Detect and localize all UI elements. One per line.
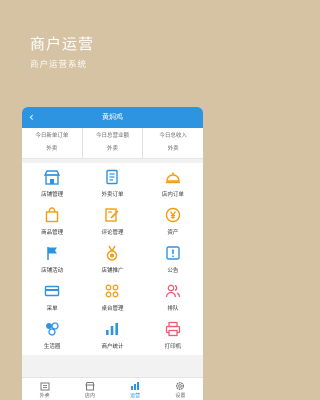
table-icon — [105, 284, 119, 298]
shop-icon — [44, 170, 60, 185]
notice-icon — [165, 246, 180, 260]
grid-item-product-manage[interactable]: 商品管理 — [22, 201, 82, 239]
grid-item-queue[interactable]: 排队 — [143, 277, 203, 315]
hero-subtitle: 商户运营系统 — [30, 60, 88, 70]
grid-item-store-orders[interactable]: 店内订单 — [143, 163, 203, 201]
feature-grid: 店铺管理 外卖订单 店内订单 商品管理 评论管理 资产 店铺活动 店铺推广 公告… — [22, 163, 203, 355]
medal-icon — [107, 245, 118, 261]
queue-icon — [165, 284, 180, 298]
stat-income[interactable]: 今日总收入 外卖 — [142, 128, 203, 158]
grid-item-table-manage[interactable]: 桌台管理 — [82, 277, 142, 315]
tab-settings[interactable]: 设置 — [158, 378, 203, 400]
operation-icon — [131, 382, 140, 390]
chart-icon — [106, 323, 119, 335]
takeout-icon — [40, 382, 50, 391]
printer-icon — [165, 321, 180, 337]
hero-title: 商户运营 — [30, 35, 95, 53]
grid-item-review-manage[interactable]: 评论管理 — [82, 201, 142, 239]
grid-item-notice[interactable]: 公告 — [143, 239, 203, 277]
tab-bar: 外卖 店内 运营 设置 — [22, 377, 203, 400]
grid-item-merchant-stats[interactable]: 商户统计 — [82, 315, 142, 353]
tab-takeout[interactable]: 外卖 — [22, 378, 67, 400]
grid-item-shop-manage[interactable]: 店铺管理 — [22, 163, 82, 201]
grid-item-shop-promotion[interactable]: 店铺推广 — [82, 239, 142, 277]
page-title: 黄焖鸡 — [102, 113, 123, 121]
phone-screen: ‹ 黄焖鸡 今日新单订单 外卖 今日总营业额 外卖 今日总收入 外卖 店铺管理 … — [22, 107, 203, 400]
grid-item-collect-orders[interactable]: 采单 — [22, 277, 82, 315]
stat-new-orders[interactable]: 今日新单订单 外卖 — [22, 128, 82, 158]
tab-operation[interactable]: 运营 — [113, 378, 158, 400]
grid-item-shop-activity[interactable]: 店铺活动 — [22, 239, 82, 277]
shopping-bag-icon — [45, 207, 59, 223]
order-list-icon — [106, 169, 119, 185]
yen-icon — [165, 207, 180, 223]
grid-item-printer[interactable]: 打印机 — [143, 315, 203, 353]
edit-icon — [105, 208, 119, 222]
grid-item-life-circle[interactable]: 生活圈 — [22, 315, 82, 353]
settings-icon — [176, 382, 185, 390]
community-icon — [46, 322, 59, 336]
flag-icon — [47, 247, 57, 260]
tab-store[interactable]: 店内 — [67, 378, 112, 400]
stats-bar: 今日新单订单 外卖 今日总营业额 外卖 今日总收入 外卖 — [22, 128, 203, 159]
card-icon — [44, 285, 60, 297]
dish-cover-icon — [165, 172, 180, 184]
grid-item-takeout-orders[interactable]: 外卖订单 — [82, 163, 142, 201]
grid-item-assets[interactable]: 资产 — [143, 201, 203, 239]
store-icon — [85, 382, 95, 391]
top-bar: ‹ 黄焖鸡 — [22, 107, 203, 128]
stat-revenue[interactable]: 今日总营业额 外卖 — [81, 128, 143, 158]
